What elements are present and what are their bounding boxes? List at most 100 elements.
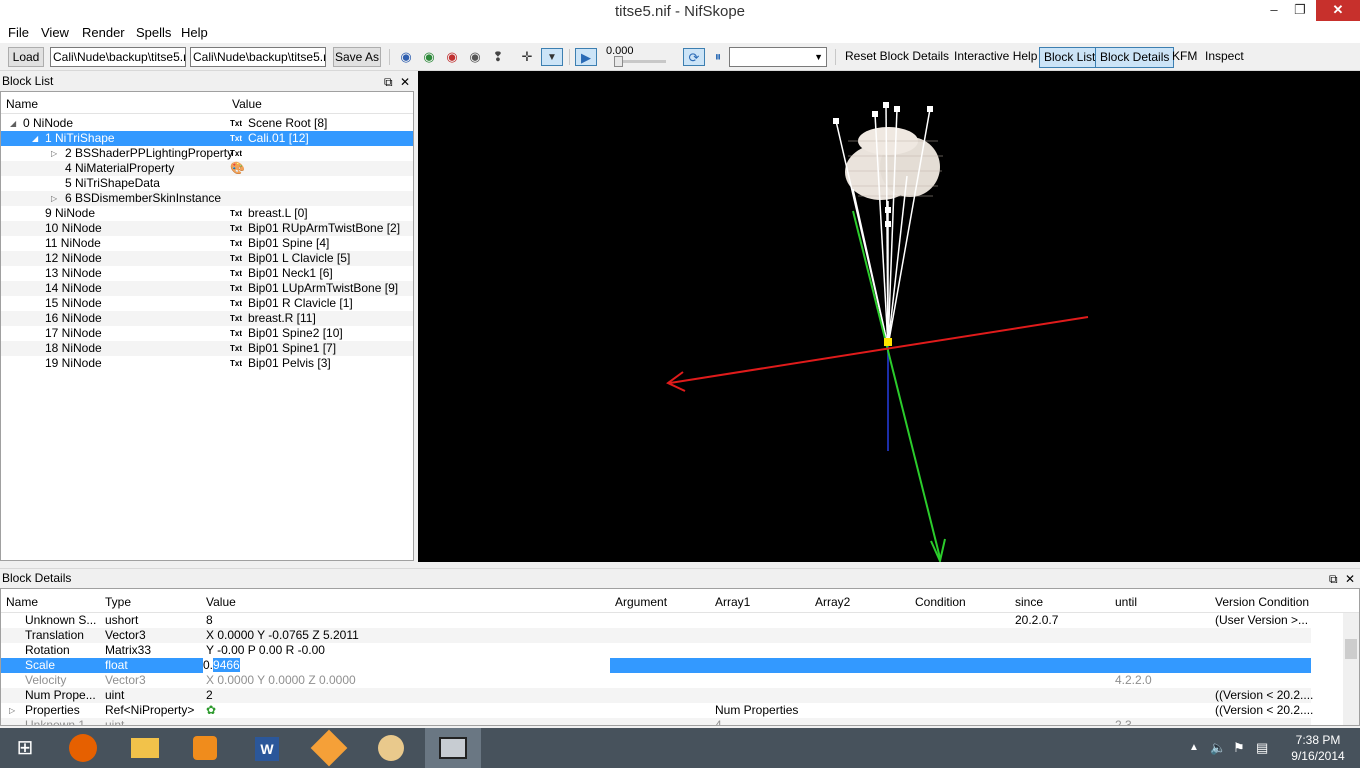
block-list-row[interactable]: 4 NiMaterialProperty 🎨: [1, 161, 413, 176]
block-list-toggle[interactable]: Block List: [1039, 47, 1101, 68]
clock-time: 7:38 PM: [1295, 733, 1341, 747]
time-slider-handle[interactable]: [614, 56, 623, 67]
kfm-button[interactable]: KFM: [1172, 49, 1197, 63]
details-scrollbar[interactable]: [1343, 613, 1359, 725]
eye-blue-icon[interactable]: ◉: [397, 48, 415, 66]
block-list-row[interactable]: ▷ 6 BSDismemberSkinInstance: [1, 191, 413, 206]
block-list-row[interactable]: ◢ 1 NiTriShape Txt Cali.01 [12]: [1, 131, 413, 146]
nifskope-icon[interactable]: [425, 728, 481, 768]
block-list-row[interactable]: 18 NiNode Txt Bip01 Spine1 [7]: [1, 341, 413, 356]
block-details-toggle[interactable]: Block Details: [1095, 47, 1175, 68]
system-clock[interactable]: 7:38 PM 9/16/2014: [1278, 732, 1358, 764]
volume-icon[interactable]: 🔈: [1210, 740, 1226, 756]
load-path-input[interactable]: Cali\Nude\backup\titse5.nif: [50, 47, 186, 67]
inspect-button[interactable]: Inspect: [1205, 49, 1244, 63]
close-icon[interactable]: ✕: [400, 73, 410, 91]
column-header-type[interactable]: Type: [105, 595, 131, 609]
menu-file[interactable]: File: [8, 25, 29, 40]
block-list-row[interactable]: ◢ 0 NiNode Txt Scene Root [8]: [1, 116, 413, 131]
block-list-row[interactable]: 14 NiNode Txt Bip01 LUpArmTwistBone [9]: [1, 281, 413, 296]
blender-icon[interactable]: [301, 728, 357, 768]
column-header-value[interactable]: Value: [206, 595, 236, 609]
block-list-row[interactable]: 11 NiNode Txt Bip01 Spine [4]: [1, 236, 413, 251]
details-row[interactable]: Velocity Vector3 X 0.0000 Y 0.0000 Z 0.000…: [1, 673, 1311, 688]
column-header-condition[interactable]: Condition: [915, 595, 966, 609]
save-as-button[interactable]: Save As: [333, 47, 381, 67]
float-icon[interactable]: ⧉: [1329, 570, 1338, 588]
windows-start-icon[interactable]: ⊞: [0, 728, 50, 768]
block-list-row[interactable]: 15 NiNode Txt Bip01 R Clavicle [1]: [1, 296, 413, 311]
file-explorer-icon[interactable]: [117, 728, 173, 768]
column-header-until[interactable]: until: [1115, 595, 1137, 609]
reset-block-details-button[interactable]: Reset Block Details: [845, 49, 949, 63]
block-list-row[interactable]: 16 NiNode Txt breast.R [11]: [1, 311, 413, 326]
minimize-button[interactable]: –: [1262, 0, 1286, 21]
eye-red-icon[interactable]: ◉: [443, 48, 461, 66]
load-button[interactable]: Load: [8, 47, 44, 67]
view-dropdown-icon[interactable]: ▼: [541, 48, 563, 66]
column-header-name[interactable]: Name: [6, 97, 38, 111]
column-header-array1[interactable]: Array1: [715, 595, 750, 609]
animation-select[interactable]: ▼: [729, 47, 827, 67]
eye-green-icon[interactable]: ◉: [420, 48, 438, 66]
menu-spells[interactable]: Spells: [136, 25, 171, 40]
collapsed-arrow-icon[interactable]: ▷: [51, 191, 57, 206]
block-list-row[interactable]: 12 NiNode Txt Bip01 L Clavicle [5]: [1, 251, 413, 266]
block-list-row[interactable]: 13 NiNode Txt Bip01 Neck1 [6]: [1, 266, 413, 281]
menu-view[interactable]: View: [41, 25, 69, 40]
block-list-row[interactable]: 17 NiNode Txt Bip01 Spine2 [10]: [1, 326, 413, 341]
expanded-arrow-icon[interactable]: ◢: [10, 116, 16, 131]
block-details-title-bar: Block Details ⧉ ✕: [0, 568, 1360, 586]
details-row[interactable]: Scale float 0.9466: [1, 658, 1311, 673]
menu-help[interactable]: Help: [181, 25, 208, 40]
selected-node-marker[interactable]: [884, 338, 892, 346]
details-row[interactable]: Unknown 1 uint 4 2.3: [1, 718, 1311, 725]
collapsed-arrow-icon[interactable]: ▷: [9, 703, 15, 718]
collapsed-arrow-icon[interactable]: ▷: [51, 146, 57, 161]
column-header-since[interactable]: since: [1015, 595, 1043, 609]
play-icon[interactable]: ▶: [575, 48, 597, 66]
details-row[interactable]: Rotation Matrix33 Y -0.00 P 0.00 R -0.00: [1, 643, 1311, 658]
block-list-row[interactable]: 5 NiTriShapeData: [1, 176, 413, 191]
details-row[interactable]: Unknown S... ushort 8 20.2.0.7 (User Version…: [1, 613, 1311, 628]
save-path-input[interactable]: Cali\Nude\backup\titse5.nif: [190, 47, 326, 67]
interactive-help-button[interactable]: Interactive Help: [954, 49, 1037, 63]
details-cell-vercond: (User Version >...: [1215, 613, 1309, 627]
column-header-version-condition[interactable]: Version Condition: [1215, 595, 1309, 609]
toolbar-separator: [569, 49, 570, 65]
menu-render[interactable]: Render: [82, 25, 125, 40]
details-row[interactable]: Translation Vector3 X 0.0000 Y -0.0765 Z 5…: [1, 628, 1311, 643]
block-list-row[interactable]: ▷ 2 BSShaderPPLightingProperty Txt: [1, 146, 413, 161]
tray-expand-icon[interactable]: ▲: [1189, 742, 1199, 753]
expanded-arrow-icon[interactable]: ◢: [32, 131, 38, 146]
word-icon[interactable]: W: [239, 728, 295, 768]
column-header-argument[interactable]: Argument: [615, 595, 667, 609]
media-player-icon[interactable]: [177, 728, 233, 768]
axes-icon[interactable]: ✛: [518, 48, 536, 66]
title-bar: titse5.nif - NifSkope – ❐ ✕: [0, 0, 1360, 23]
footprint-icon[interactable]: ❢: [489, 48, 507, 66]
float-icon[interactable]: ⧉: [384, 73, 393, 91]
block-list-row[interactable]: 10 NiNode Txt Bip01 RUpArmTwistBone [2]: [1, 221, 413, 236]
network-icon[interactable]: ▤: [1256, 740, 1268, 756]
details-row[interactable]: Num Prope... uint 2 ((Version < 20.2....: [1, 688, 1313, 703]
close-button[interactable]: ✕: [1316, 0, 1360, 21]
column-header-name[interactable]: Name: [6, 595, 38, 609]
text-type-icon: Txt: [230, 209, 242, 218]
scrollbar-thumb[interactable]: [1345, 639, 1357, 659]
column-header-array2[interactable]: Array2: [815, 595, 850, 609]
loop-icon[interactable]: ⟳: [683, 48, 705, 66]
eye-grey-icon[interactable]: ◉: [466, 48, 484, 66]
firefox-icon[interactable]: [55, 728, 111, 768]
column-header-value[interactable]: Value: [232, 97, 262, 111]
flag-icon[interactable]: ⚑: [1233, 740, 1245, 756]
scale-value-editor[interactable]: 0.9466: [203, 658, 610, 673]
switch-icon[interactable]: ⏸: [707, 48, 729, 66]
details-row[interactable]: ▷ Properties Ref<NiProperty> ✿ Num Propertie…: [1, 703, 1313, 718]
close-icon[interactable]: ✕: [1345, 570, 1355, 588]
fallout-icon[interactable]: [363, 728, 419, 768]
block-list-row[interactable]: 9 NiNode Txt breast.L [0]: [1, 206, 413, 221]
maximize-button[interactable]: ❐: [1288, 0, 1312, 21]
render-viewport[interactable]: [418, 71, 1360, 562]
block-list-row[interactable]: 19 NiNode Txt Bip01 Pelvis [3]: [1, 356, 413, 371]
